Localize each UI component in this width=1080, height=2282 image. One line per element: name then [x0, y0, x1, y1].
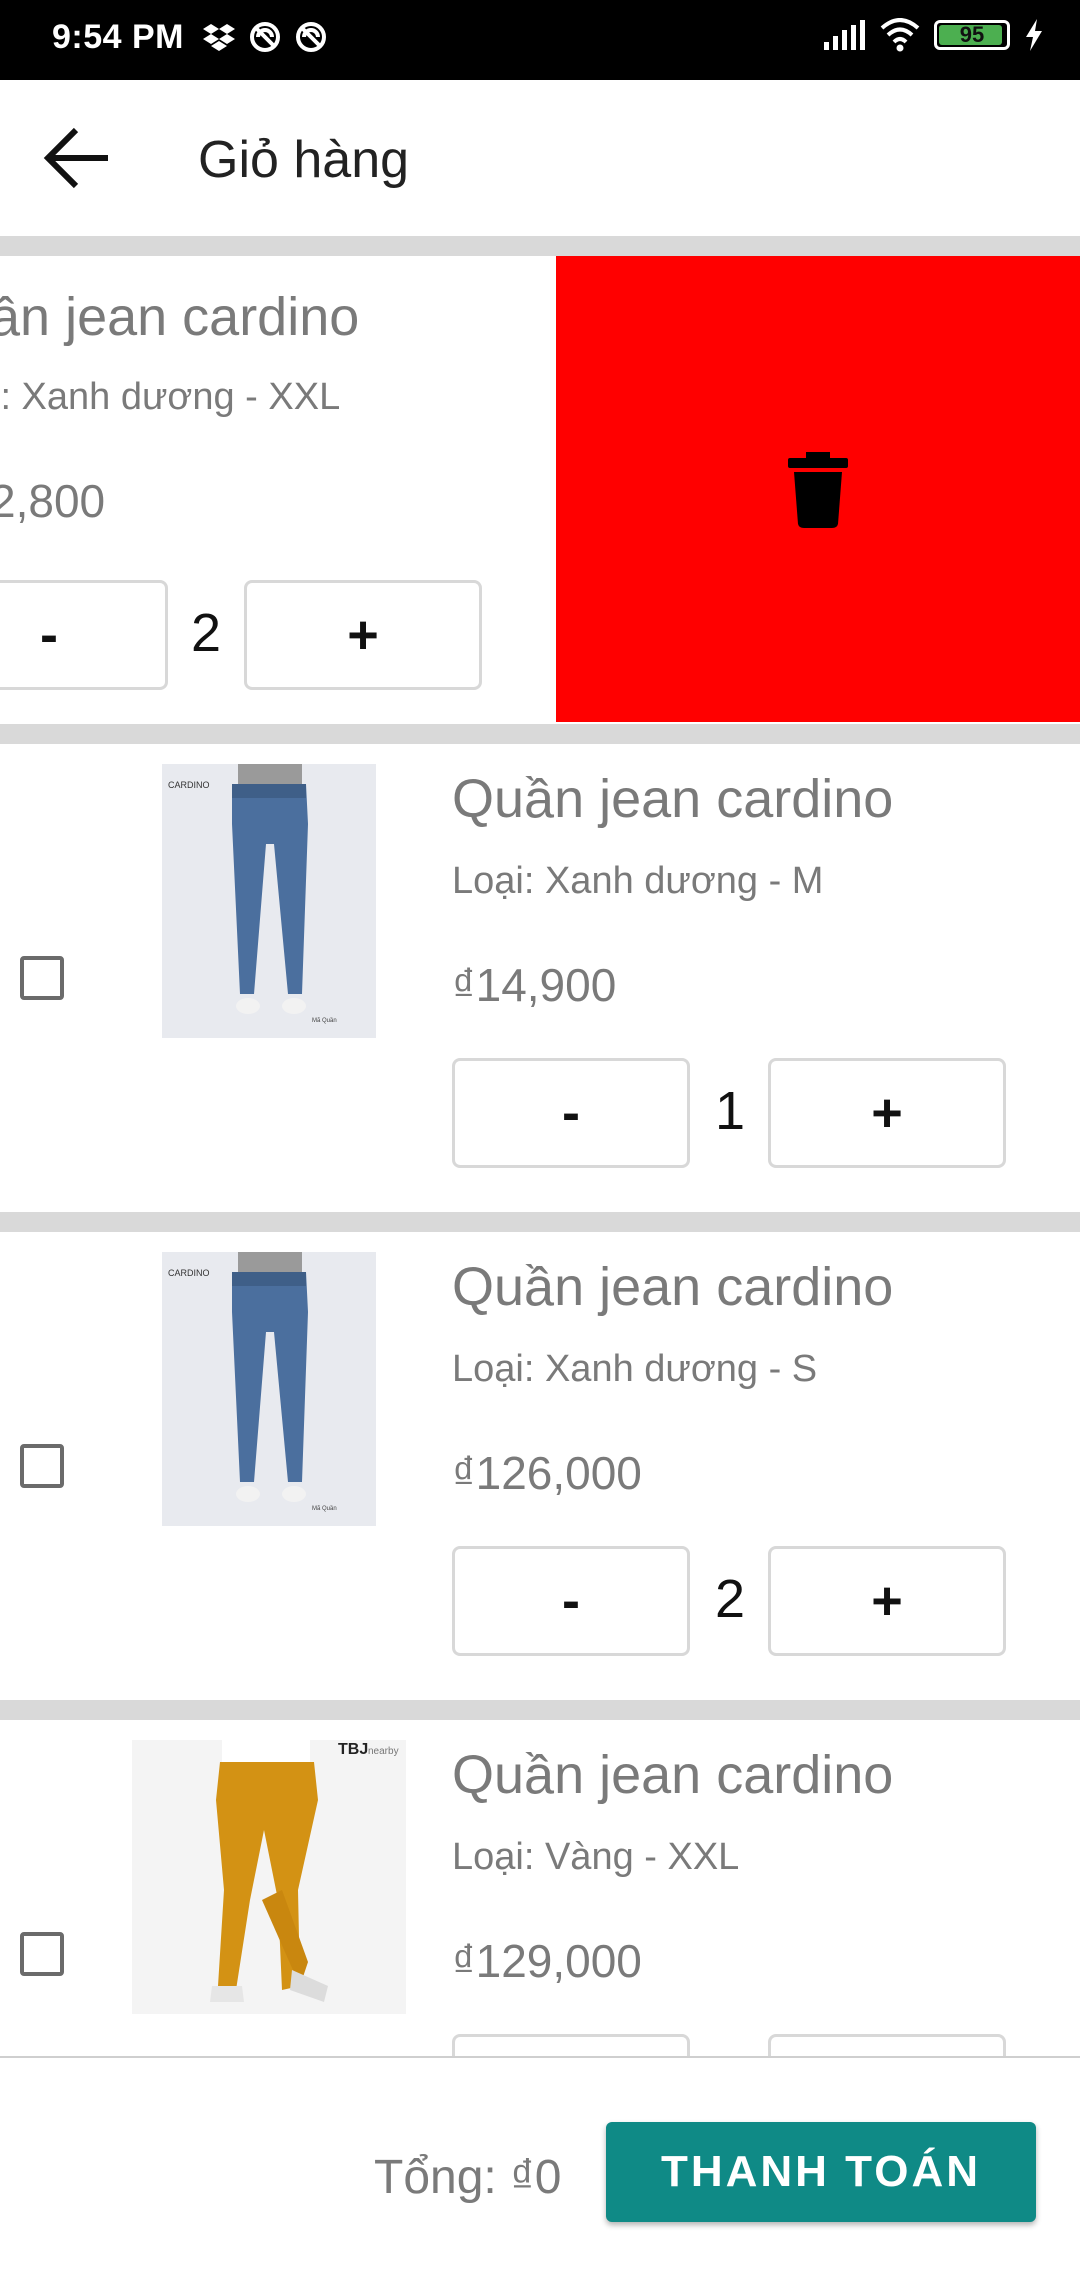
quantity-value: 1	[714, 1081, 746, 1141]
battery-level: 95	[959, 22, 985, 47]
decrease-qty-button[interactable]: -	[452, 2034, 690, 2056]
product-name: ần jean cardino	[0, 287, 360, 347]
decrease-qty-button[interactable]: -	[452, 1058, 690, 1168]
sync-icon	[250, 22, 280, 52]
checkout-bar: Tổng: ₫0 THANH TOÁN	[0, 2056, 1080, 2282]
item-checkbox[interactable]	[20, 1444, 64, 1488]
item-checkbox[interactable]	[20, 956, 64, 1000]
cart-item[interactable]: CARDINO Mã Quần Quần jean cardino Loại: …	[0, 1232, 1080, 1700]
product-variant: Loại: Xanh dương - S	[452, 1348, 818, 1390]
trash-icon	[788, 452, 848, 528]
svg-text:Mã Quần: Mã Quần	[312, 1506, 337, 1512]
back-arrow-icon[interactable]	[40, 120, 116, 196]
decrease-qty-button[interactable]: -	[452, 1546, 690, 1656]
item-checkbox[interactable]	[20, 1932, 64, 1976]
wifi-icon	[880, 18, 920, 52]
increase-qty-button[interactable]: +	[768, 1546, 1006, 1656]
delete-swipe-action[interactable]	[556, 256, 1080, 722]
product-price: ₫14,900	[452, 959, 617, 1011]
product-image: TBJ nearby	[132, 1740, 406, 2014]
status-bar: 9:54 PM 95	[0, 0, 1080, 80]
cart-item[interactable]: TBJ nearby Quần jean cardino Loại: Vàng …	[0, 1720, 1080, 2056]
svg-text:CARDINO: CARDINO	[168, 780, 210, 790]
checkout-button[interactable]: THANH TOÁN	[606, 2122, 1036, 2222]
increase-qty-button[interactable]: +	[768, 1058, 1006, 1168]
app-bar: Giỏ hàng	[0, 80, 1080, 236]
total-price: Tổng: ₫0	[374, 2151, 562, 2204]
charging-icon	[1026, 19, 1042, 51]
product-price: ₫126,000	[452, 1447, 642, 1499]
svg-text:Mã Quần: Mã Quần	[312, 1018, 337, 1024]
product-image: CARDINO Mã Quần	[162, 764, 376, 1038]
dropbox-icon	[203, 24, 235, 51]
status-notification-icons	[202, 20, 328, 54]
quantity-value: 2	[190, 603, 222, 663]
product-price: ₫129,000	[452, 1935, 642, 1987]
increase-qty-button[interactable]: +	[768, 2034, 1006, 2056]
cart-list[interactable]: ần jean cardino i: Xanh dương - XXL 2,80…	[0, 236, 1080, 2056]
page-title: Giỏ hàng	[198, 131, 410, 189]
product-price: 2,800	[0, 475, 106, 527]
quantity-value: 2	[714, 1569, 746, 1629]
sync-icon	[296, 22, 326, 52]
increase-qty-button[interactable]: +	[244, 580, 482, 690]
cart-item[interactable]: CARDINO Mã Quần Quần jean cardino Loại: …	[0, 744, 1080, 1212]
product-name: Quần jean cardino	[452, 769, 894, 829]
svg-text:CARDINO: CARDINO	[168, 1268, 210, 1278]
product-image: CARDINO Mã Quần	[162, 1252, 376, 1526]
status-system-icons: 95	[822, 18, 1044, 52]
status-time: 9:54 PM	[52, 18, 184, 56]
product-variant: Loại: Xanh dương - M	[452, 860, 824, 902]
signal-icon	[824, 20, 865, 50]
product-name: Quần jean cardino	[452, 1257, 894, 1317]
image-brand-text: TBJ	[338, 1741, 368, 1758]
product-variant: Loại: Vàng - XXL	[452, 1836, 740, 1878]
image-brand-subtext: nearby	[368, 1746, 399, 1757]
product-name: Quần jean cardino	[452, 1745, 894, 1805]
product-variant: i: Xanh dương - XXL	[0, 376, 341, 418]
decrease-qty-button[interactable]: -	[0, 580, 168, 690]
battery-icon: 95	[934, 20, 1010, 50]
